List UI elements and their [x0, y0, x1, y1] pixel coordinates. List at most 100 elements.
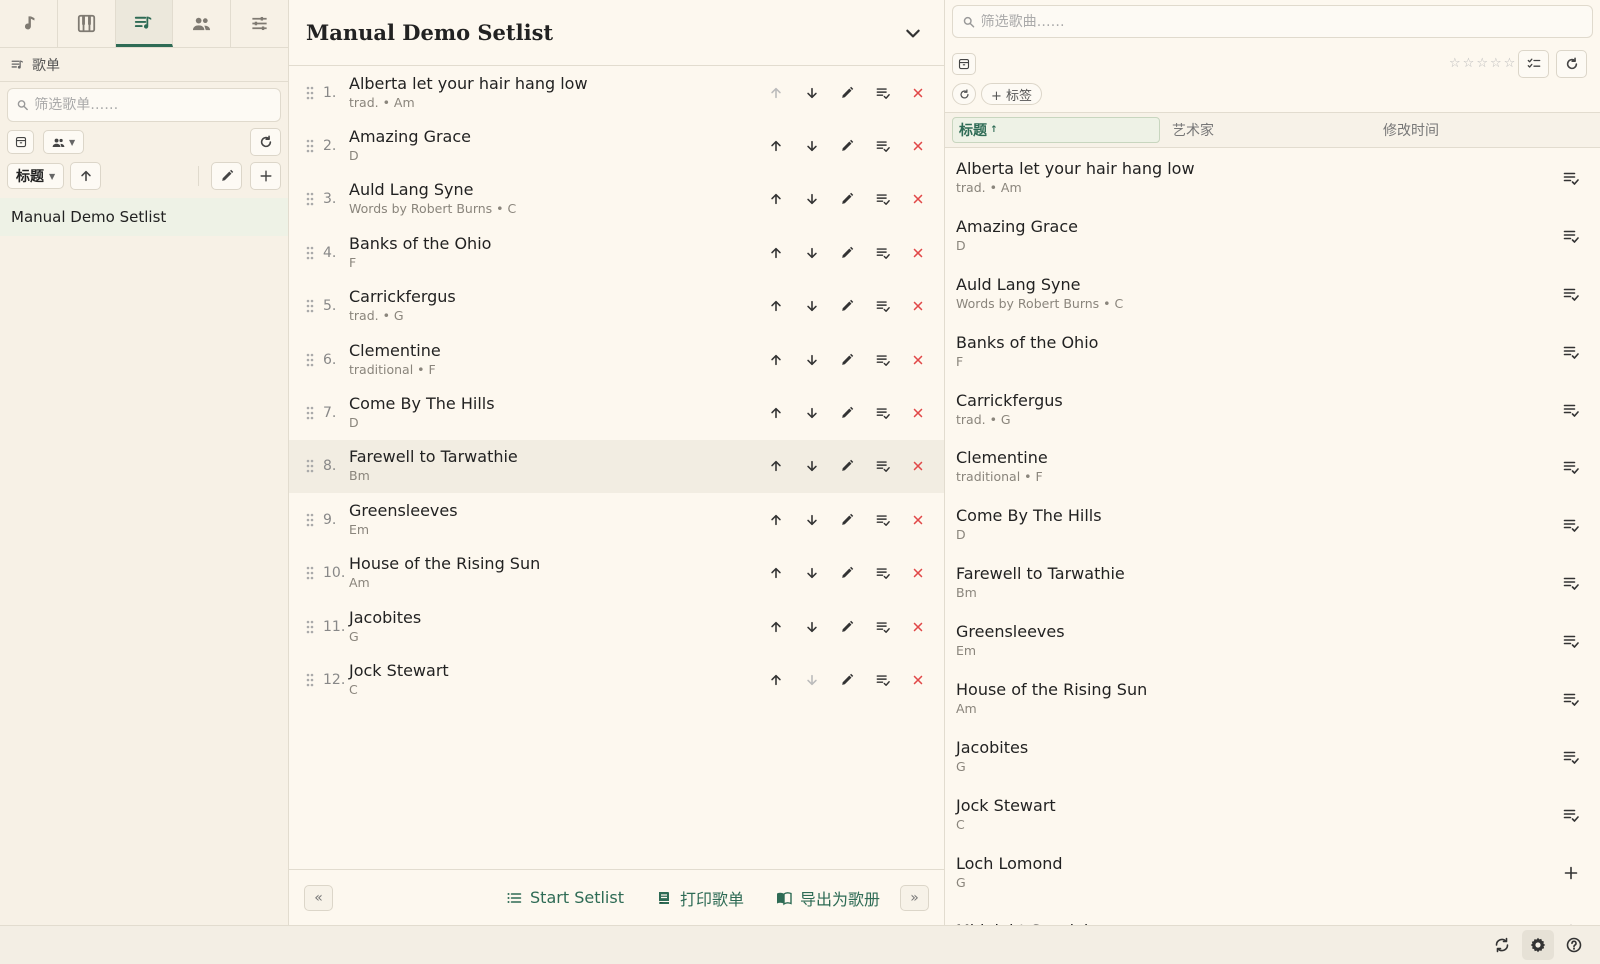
- move-up-button[interactable]: [759, 238, 795, 268]
- refresh-button[interactable]: [250, 128, 281, 156]
- edit-song-button[interactable]: [830, 184, 866, 214]
- tab-songs[interactable]: [0, 0, 58, 47]
- edit-song-button[interactable]: [830, 131, 866, 161]
- library-song-row[interactable]: Loch Lomond G: [945, 844, 1600, 902]
- start-setlist-button[interactable]: Start Setlist: [506, 886, 624, 910]
- song-options-button[interactable]: [865, 131, 901, 161]
- setlist-song-row[interactable]: 8. Farewell to Tarwathie Bm: [289, 439, 944, 494]
- drag-handle-icon[interactable]: [305, 673, 315, 687]
- remove-song-button[interactable]: [901, 238, 937, 268]
- drag-handle-icon[interactable]: [305, 299, 315, 313]
- setlist-song-row[interactable]: 10. House of the Rising Sun Am: [289, 547, 944, 600]
- move-down-button[interactable]: [794, 291, 830, 321]
- in-setlist-button[interactable]: [1563, 459, 1579, 475]
- move-down-button[interactable]: [794, 345, 830, 375]
- move-down-button[interactable]: [794, 131, 830, 161]
- setlist-song-row[interactable]: 6. Clementine traditional • F: [289, 333, 944, 386]
- sort-field-dropdown[interactable]: 标题 ▼: [7, 163, 65, 189]
- library-song-row[interactable]: Midnight Special: [945, 902, 1600, 925]
- remove-song-button[interactable]: [901, 184, 937, 214]
- song-options-button[interactable]: [865, 612, 901, 642]
- remove-song-button[interactable]: [901, 345, 937, 375]
- collapse-left-button[interactable]: «: [304, 884, 333, 911]
- song-search[interactable]: [952, 5, 1593, 38]
- song-options-button[interactable]: [865, 345, 901, 375]
- reset-filter-button[interactable]: [952, 83, 976, 105]
- drag-handle-icon[interactable]: [305, 459, 315, 473]
- setlist-song-row[interactable]: 12. Jock Stewart C: [289, 653, 944, 706]
- in-setlist-button[interactable]: [1563, 575, 1579, 591]
- library-song-row[interactable]: Jock Stewart C: [945, 786, 1600, 844]
- drag-handle-icon[interactable]: [305, 192, 315, 206]
- move-down-button[interactable]: [794, 78, 830, 108]
- rating-filter[interactable]: ☆ ☆ ☆ ☆ ☆: [1449, 56, 1515, 71]
- add-tag-button[interactable]: + 标签: [981, 83, 1043, 105]
- setlist-search[interactable]: [7, 88, 281, 122]
- move-down-button[interactable]: [794, 612, 830, 642]
- remove-song-button[interactable]: [901, 398, 937, 428]
- edit-song-button[interactable]: [830, 505, 866, 535]
- setlist-song-row[interactable]: 4. Banks of the Ohio F: [289, 226, 944, 279]
- remove-song-button[interactable]: [901, 612, 937, 642]
- export-songbook-button[interactable]: 导出为歌册: [776, 886, 880, 910]
- add-to-setlist-button[interactable]: [1563, 865, 1579, 881]
- owner-filter-dropdown[interactable]: ▼: [43, 130, 85, 154]
- move-down-button[interactable]: [794, 665, 830, 695]
- star-icon[interactable]: ☆: [1490, 56, 1502, 71]
- library-song-row[interactable]: Banks of the Ohio F: [945, 323, 1600, 381]
- edit-song-button[interactable]: [830, 398, 866, 428]
- tab-setlists[interactable]: [115, 0, 174, 47]
- library-song-row[interactable]: Jacobites G: [945, 728, 1600, 786]
- setlist-song-row[interactable]: 1. Alberta let your hair hang low trad. • …: [289, 66, 944, 119]
- star-icon[interactable]: ☆: [1476, 56, 1488, 71]
- move-up-button[interactable]: [759, 665, 795, 695]
- library-song-row[interactable]: Carrickfergus trad. • G: [945, 381, 1600, 439]
- drag-handle-icon[interactable]: [305, 246, 315, 260]
- collapse-button[interactable]: [904, 24, 922, 42]
- library-song-row[interactable]: Amazing Grace D: [945, 207, 1600, 265]
- song-options-button[interactable]: [865, 398, 901, 428]
- song-options-button[interactable]: [865, 505, 901, 535]
- add-setlist-button[interactable]: [250, 162, 281, 190]
- edit-song-button[interactable]: [830, 612, 866, 642]
- column-artist[interactable]: 艺术家: [1160, 120, 1375, 140]
- move-up-button[interactable]: [759, 451, 795, 481]
- song-search-input[interactable]: [980, 13, 1592, 30]
- move-up-button[interactable]: [759, 345, 795, 375]
- edit-setlist-button[interactable]: [211, 162, 242, 190]
- setlist-search-input[interactable]: [34, 97, 280, 113]
- setlist-song-row[interactable]: 9. Greensleeves Em: [289, 493, 944, 546]
- move-up-button[interactable]: [759, 612, 795, 642]
- help-button[interactable]: [1558, 930, 1590, 960]
- in-setlist-button[interactable]: [1563, 749, 1579, 765]
- library-song-row[interactable]: Come By The Hills D: [945, 496, 1600, 554]
- move-up-button[interactable]: [759, 558, 795, 588]
- edit-song-button[interactable]: [830, 558, 866, 588]
- remove-song-button[interactable]: [901, 558, 937, 588]
- in-setlist-button[interactable]: [1563, 170, 1579, 186]
- move-down-button[interactable]: [794, 184, 830, 214]
- in-setlist-button[interactable]: [1563, 344, 1579, 360]
- song-options-button[interactable]: [865, 238, 901, 268]
- setlist-song-row[interactable]: 7. Come By The Hills D: [289, 386, 944, 439]
- edit-song-button[interactable]: [830, 451, 866, 481]
- in-setlist-button[interactable]: [1563, 402, 1579, 418]
- remove-song-button[interactable]: [901, 665, 937, 695]
- in-setlist-button[interactable]: [1563, 228, 1579, 244]
- remove-song-button[interactable]: [901, 78, 937, 108]
- setlist-song-row[interactable]: 5. Carrickfergus trad. • G: [289, 280, 944, 333]
- drag-handle-icon[interactable]: [305, 139, 315, 153]
- drag-handle-icon[interactable]: [305, 620, 315, 634]
- edit-song-button[interactable]: [830, 78, 866, 108]
- sort-direction-button[interactable]: [70, 162, 102, 190]
- tab-settings[interactable]: [231, 0, 288, 47]
- select-mode-button[interactable]: [1518, 50, 1549, 78]
- edit-song-button[interactable]: [830, 345, 866, 375]
- in-setlist-button[interactable]: [1563, 633, 1579, 649]
- move-down-button[interactable]: [794, 398, 830, 428]
- move-down-button[interactable]: [794, 558, 830, 588]
- song-options-button[interactable]: [865, 184, 901, 214]
- in-setlist-button[interactable]: [1563, 691, 1579, 707]
- star-icon[interactable]: ☆: [1504, 56, 1516, 71]
- song-options-button[interactable]: [865, 558, 901, 588]
